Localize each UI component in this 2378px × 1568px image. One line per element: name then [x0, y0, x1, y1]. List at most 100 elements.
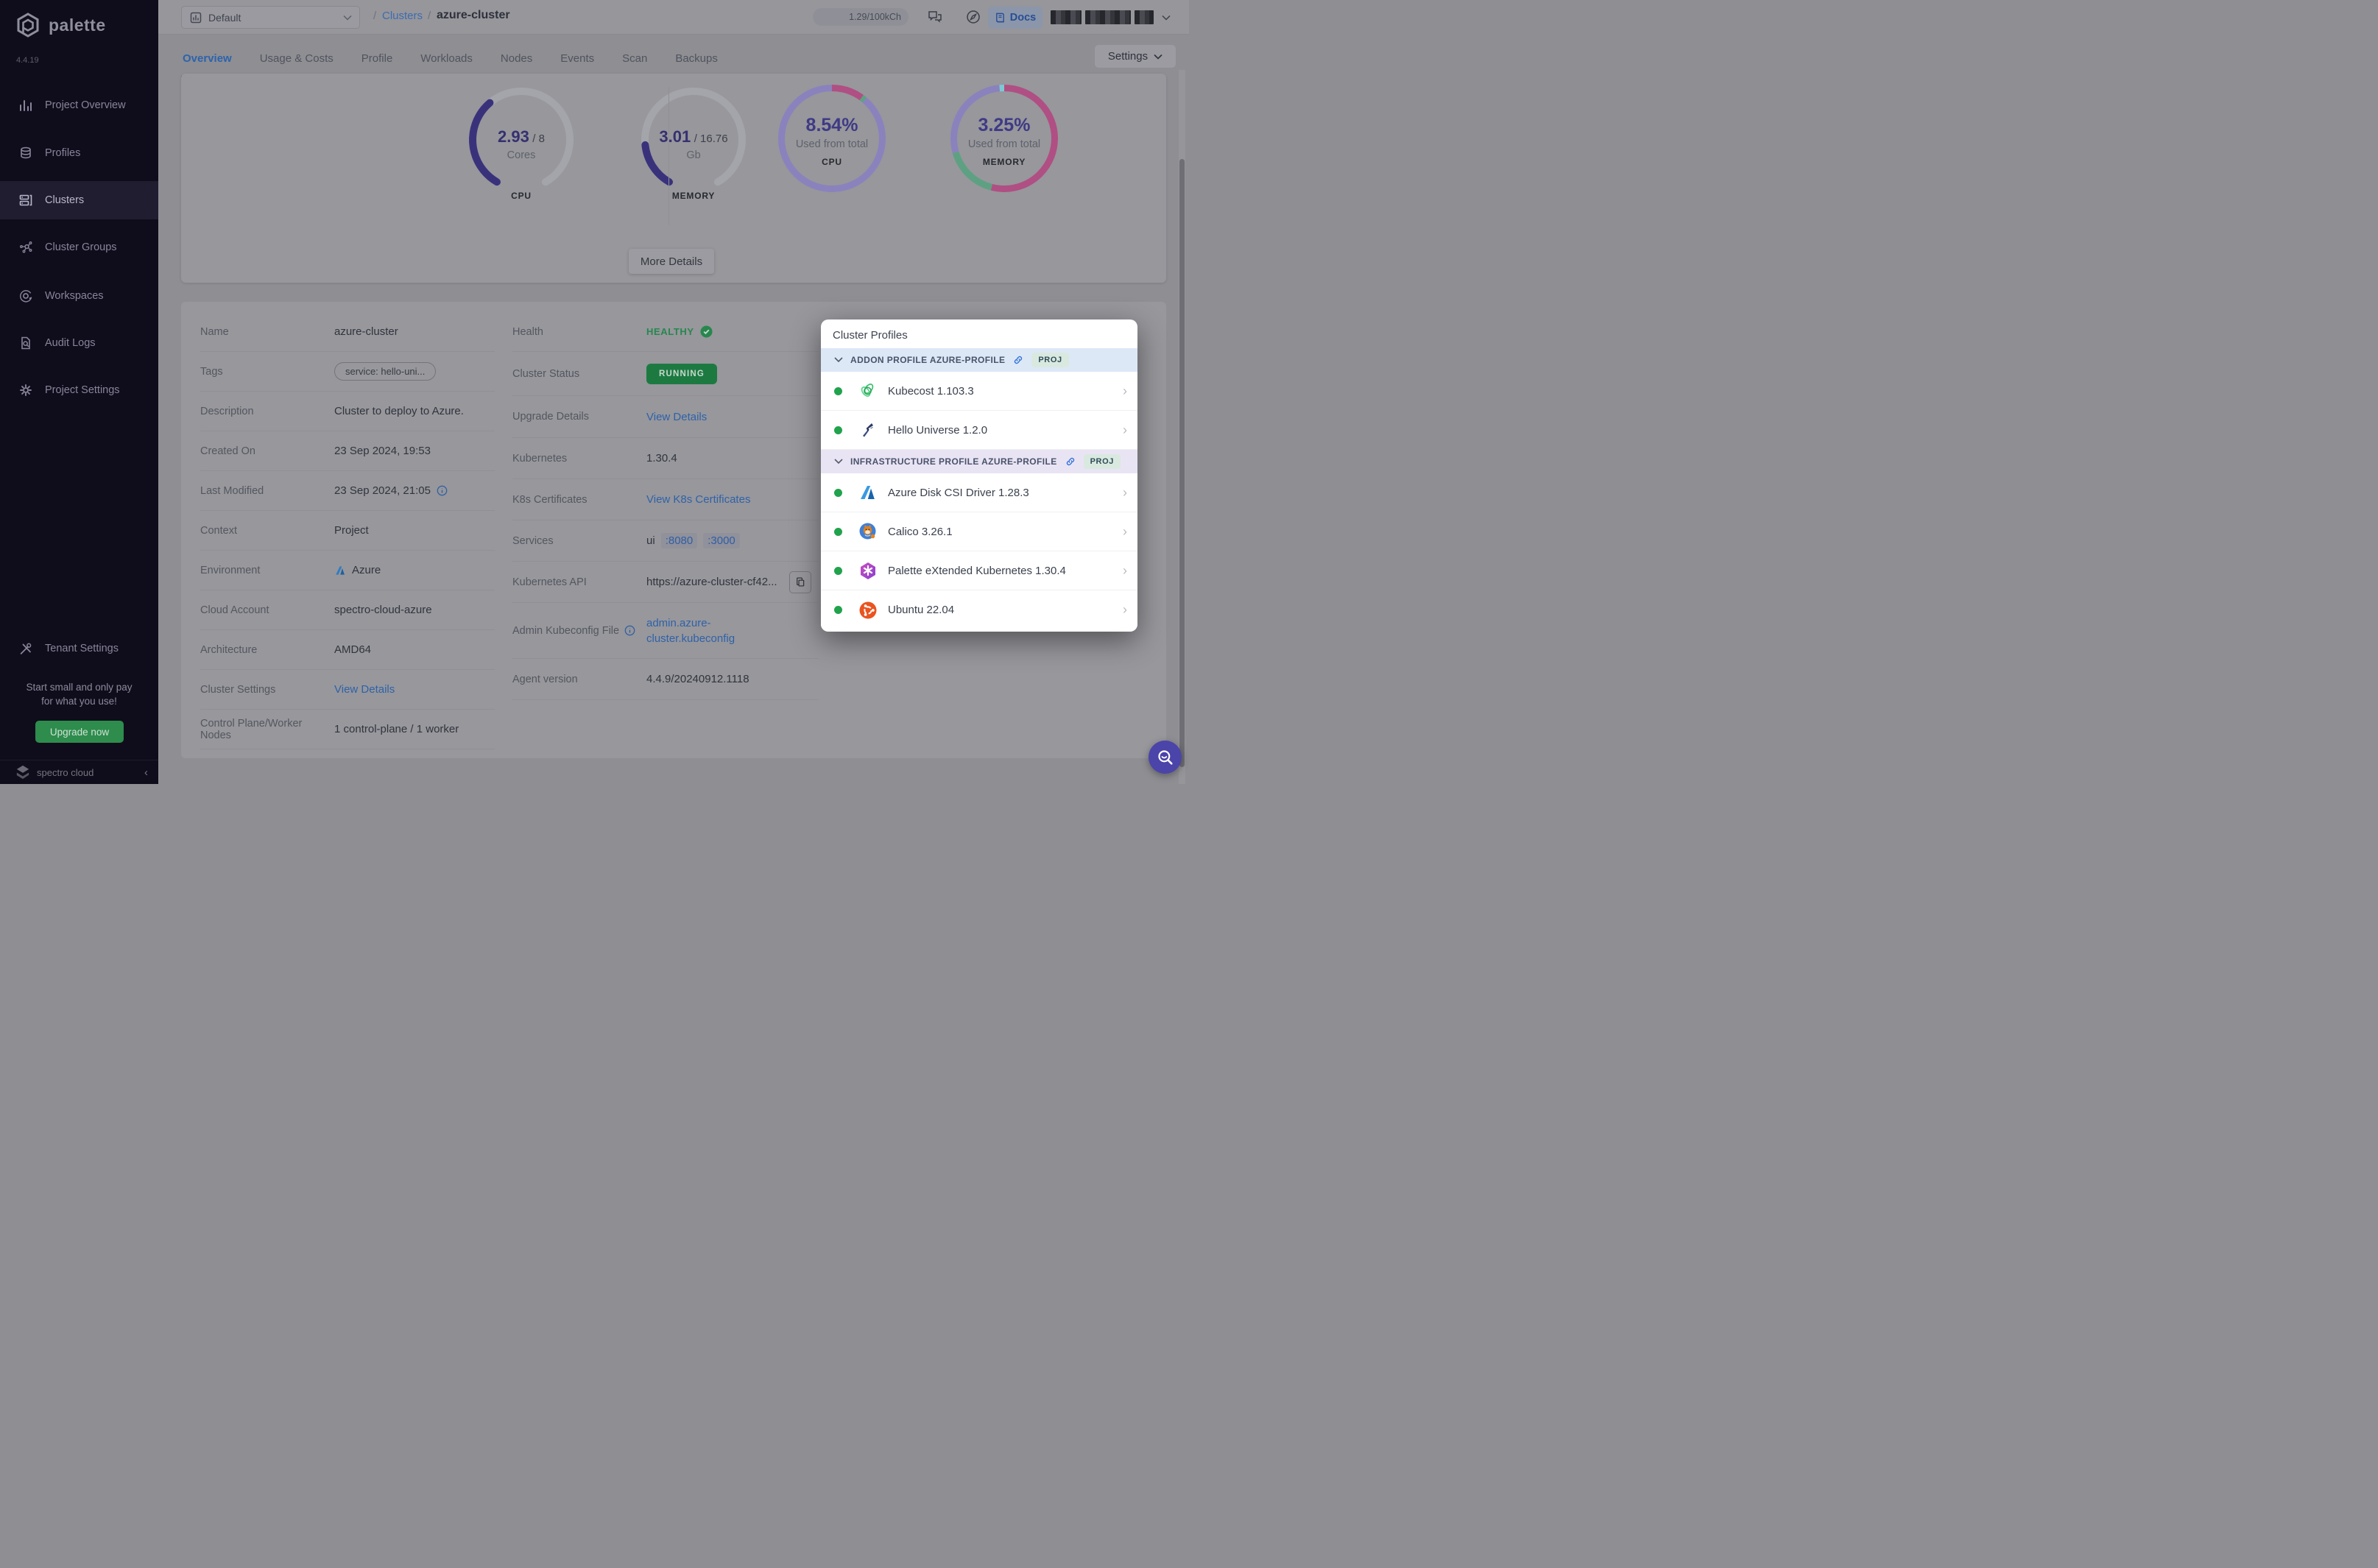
sidebar-item-clusters[interactable]: Clusters — [0, 181, 158, 219]
chat-icon[interactable] — [927, 9, 943, 25]
upgrade-view-details-link[interactable]: View Details — [646, 411, 707, 423]
tab-events[interactable]: Events — [559, 42, 596, 78]
detail-row-services: Services ui :8080 :3000 — [512, 520, 819, 562]
profile-row-kubecost[interactable]: Kubecost 1.103.3 › — [821, 372, 1137, 411]
detail-row-cloud-account: Cloud Account spectro-cloud-azure — [200, 590, 495, 630]
status-dot — [834, 528, 842, 536]
profile-row-hello-universe[interactable]: Hello Universe 1.2.0 › — [821, 411, 1137, 450]
status-dot — [834, 387, 842, 395]
scrollbar-thumb[interactable] — [1179, 159, 1185, 767]
breadcrumb-clusters-link[interactable]: Clusters — [382, 10, 423, 22]
sidebar-item-label: Workspaces — [45, 290, 104, 302]
palette-logo: palette — [15, 12, 106, 38]
detail-row-k8s-certificates: K8s Certificates View K8s Certificates — [512, 479, 819, 520]
infrastructure-profile-section-header[interactable]: INFRASTRUCTURE PROFILE AZURE-PROFILE PRO… — [821, 450, 1137, 473]
profile-row-palette-extended-kubernetes[interactable]: Palette eXtended Kubernetes 1.30.4 › — [821, 551, 1137, 590]
details-right-column: Health HEALTHY Cluster Status RUNNING Up… — [512, 312, 819, 700]
tag-pill: service: hello-uni... — [334, 362, 436, 381]
profile-row-ubuntu[interactable]: Ubuntu 22.04 › — [821, 590, 1137, 629]
bar-chart-icon — [18, 98, 33, 113]
sidebar-item-workspaces[interactable]: Workspaces — [0, 277, 158, 315]
status-dot — [834, 567, 842, 575]
kubeconfig-download-link[interactable]: admin.azure-cluster.kubeconfig — [646, 615, 735, 646]
upgrade-now-button[interactable]: Upgrade now — [35, 721, 124, 743]
chevron-down-icon — [834, 357, 843, 363]
view-k8s-certificates-link[interactable]: View K8s Certificates — [646, 493, 750, 506]
account-menu[interactable] — [1051, 10, 1171, 24]
copy-button[interactable] — [789, 571, 811, 593]
sidebar-item-audit-logs[interactable]: Audit Logs — [0, 324, 158, 362]
cluster-settings-view-details-link[interactable]: View Details — [334, 683, 395, 696]
memory-donut: 3.25% Used from total MEMORY — [950, 84, 1059, 193]
sidebar-item-label: Audit Logs — [45, 337, 96, 349]
addon-profile-section-header[interactable]: ADDON PROFILE AZURE-PROFILE PROJ — [821, 348, 1137, 372]
utilization-card: 2.93 / 8 Cores CPU 3.01 / 16.76 Gb MEMOR… — [181, 74, 1166, 283]
info-icon[interactable] — [437, 485, 448, 496]
sidebar: palette 4.4.19 Project Overview Profiles… — [0, 0, 158, 784]
ubuntu-logo — [858, 601, 878, 620]
azure-logo — [858, 483, 878, 502]
calico-logo — [858, 522, 878, 541]
detail-row-created-on: Created On 23 Sep 2024, 19:53 — [200, 431, 495, 471]
tab-backups[interactable]: Backups — [674, 42, 719, 78]
brand-name: palette — [49, 15, 106, 35]
docs-button[interactable]: Docs — [988, 7, 1042, 29]
project-selector-value: Default — [208, 12, 337, 24]
sidebar-item-profiles[interactable]: Profiles — [0, 134, 158, 172]
more-details-button[interactable]: More Details — [629, 249, 714, 274]
chevron-down-icon — [1162, 15, 1171, 21]
tools-icon — [18, 641, 33, 656]
health-status: HEALTHY — [646, 326, 694, 337]
cpu-donut: 8.54% Used from total CPU — [777, 84, 886, 193]
settings-button[interactable]: Settings — [1094, 44, 1176, 68]
sidebar-item-cluster-groups[interactable]: Cluster Groups — [0, 228, 158, 266]
sidebar-item-label: Project Settings — [45, 384, 120, 396]
service-port-link[interactable]: :3000 — [703, 533, 740, 548]
kubernetes-api-url: https://azure-cluster-cf42... — [646, 576, 777, 588]
tab-nodes[interactable]: Nodes — [499, 42, 534, 78]
audit-logs-icon — [18, 336, 33, 350]
tab-usage-costs[interactable]: Usage & Costs — [258, 42, 335, 78]
tab-workloads[interactable]: Workloads — [419, 42, 474, 78]
breadcrumb-separator: / — [373, 10, 376, 22]
memory-donut-percent: 3.25% — [950, 115, 1059, 136]
redacted-account-text — [1135, 10, 1154, 24]
detail-row-nodes: Control Plane/Worker Nodes 1 control-pla… — [200, 710, 495, 749]
service-name: ui — [646, 534, 655, 547]
project-selector[interactable]: Default — [181, 6, 360, 29]
tab-bar: Overview Usage & Costs Profile Workloads… — [181, 42, 719, 78]
compass-icon[interactable] — [965, 9, 981, 25]
cpu-donut-caption: Used from total — [777, 138, 886, 150]
sidebar-item-tenant-settings[interactable]: Tenant Settings — [0, 629, 158, 668]
book-icon — [995, 12, 1006, 24]
footer-brand: spectro cloud — [37, 767, 138, 778]
sidebar-item-project-overview[interactable]: Project Overview — [0, 86, 158, 124]
info-icon[interactable] — [624, 625, 635, 636]
layers-icon — [18, 146, 33, 160]
profile-row-calico[interactable]: Calico 3.26.1 › — [821, 512, 1137, 551]
tab-profile[interactable]: Profile — [360, 42, 395, 78]
hello-universe-logo — [858, 420, 878, 439]
assistant-search-button[interactable] — [1149, 741, 1182, 774]
cpu-unit: Cores — [466, 149, 576, 161]
memory-unit: Gb — [638, 149, 749, 161]
tab-scan[interactable]: Scan — [621, 42, 649, 78]
cpu-gauge: 2.93 / 8 Cores CPU — [466, 85, 576, 195]
service-port-link[interactable]: :8080 — [661, 533, 698, 548]
detail-row-cluster-status: Cluster Status RUNNING — [512, 352, 819, 396]
detail-row-health: Health HEALTHY — [512, 312, 819, 352]
sidebar-item-project-settings[interactable]: Project Settings — [0, 371, 158, 409]
chevron-right-icon: › — [1123, 485, 1127, 501]
link-icon — [1065, 456, 1076, 467]
pxk-logo — [858, 561, 878, 580]
sidebar-item-label: Cluster Groups — [45, 241, 117, 253]
spectro-cloud-logo — [15, 765, 31, 780]
chevron-right-icon: › — [1123, 423, 1127, 438]
memory-donut-label: MEMORY — [950, 157, 1059, 167]
tab-overview[interactable]: Overview — [181, 42, 233, 78]
section-label: INFRASTRUCTURE PROFILE AZURE-PROFILE — [850, 456, 1057, 467]
azure-icon — [334, 565, 346, 576]
memory-used-value: 3.01 — [659, 127, 691, 146]
profile-row-azure-disk-csi[interactable]: Azure Disk CSI Driver 1.28.3 › — [821, 473, 1137, 512]
collapse-sidebar-icon[interactable]: ‹ — [144, 766, 148, 779]
